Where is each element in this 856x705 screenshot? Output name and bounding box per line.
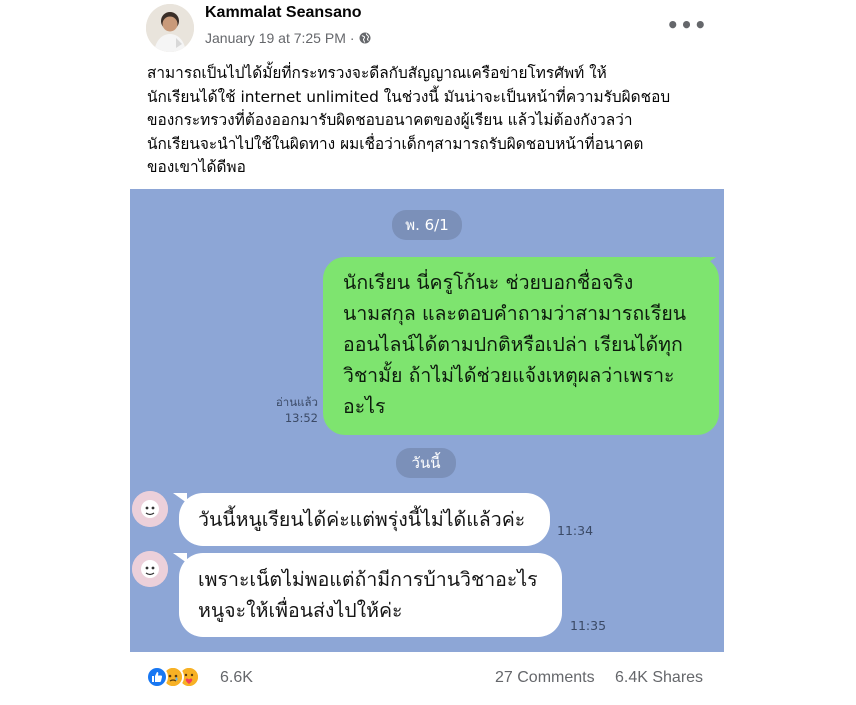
incoming-message-text: วันนี้หนูเรียนได้ค่ะแต่พรุ่งนี้ไม่ได้แล้… bbox=[198, 504, 525, 535]
message-time: 11:35 bbox=[570, 618, 607, 633]
author-name[interactable]: Kammalat Seansano bbox=[205, 4, 362, 22]
message-line: เพราะเน็ตไม่พอแต่ถ้ามีการบ้านวิชาอะไร bbox=[198, 568, 538, 591]
date-pill: วันนี้ bbox=[396, 448, 456, 478]
shares-link[interactable]: 6.4K Shares bbox=[615, 669, 703, 687]
message-time: 11:34 bbox=[557, 523, 594, 538]
globe-icon[interactable] bbox=[359, 32, 371, 44]
bubble-tail bbox=[173, 493, 187, 503]
message-time: 13:52 bbox=[284, 411, 318, 425]
message-line: อะไร bbox=[343, 395, 386, 418]
message-line: ออนไลน์ได้ตามปกติหรือเปล่า เรียนได้ทุก bbox=[343, 333, 683, 356]
outgoing-message-text: นักเรียน นี่ครูโก้นะ ช่วยบอกชื่อจริง นาม… bbox=[343, 267, 713, 422]
reaction-icons[interactable] bbox=[146, 666, 200, 688]
more-options-icon: ••• bbox=[666, 13, 708, 37]
message-line: นักเรียน นี่ครูโก้นะ ช่วยบอกชื่อจริง bbox=[343, 271, 634, 294]
comments-link[interactable]: 27 Comments bbox=[495, 669, 595, 687]
caption-line: ของเขาได้ดีพอ bbox=[147, 158, 246, 177]
bubble-tail bbox=[173, 553, 187, 563]
caption-line: ของกระทรวงที่ต้องออกมารับผิดชอบอนาคตของผ… bbox=[147, 111, 633, 130]
sender-avatar bbox=[132, 551, 168, 587]
date-pill: พ. 6/1 bbox=[392, 210, 462, 240]
message-line: นามสกุล และตอบคำถามว่าสามารถเรียน bbox=[343, 302, 687, 325]
more-options-button[interactable]: ••• bbox=[666, 12, 706, 38]
sender-avatar bbox=[132, 491, 168, 527]
caption-line: นักเรียนจะนำไปใช้ในผิดทาง ผมเชื่อว่าเด็ก… bbox=[147, 134, 644, 153]
message-line: วันนี้หนูเรียนได้ค่ะแต่พรุ่งนี้ไม่ได้แล้… bbox=[198, 508, 526, 531]
post-meta: January 19 at 7:25 PM · bbox=[205, 30, 371, 46]
meta-separator: · bbox=[349, 30, 355, 46]
caption-line: นักเรียนได้ใช้ internet unlimited ในช่วง… bbox=[147, 87, 671, 106]
read-label: อ่านแล้ว bbox=[275, 395, 318, 409]
like-icon bbox=[146, 666, 168, 688]
read-status: อ่านแล้ว 13:52 bbox=[266, 394, 318, 426]
reaction-count[interactable]: 6.6K bbox=[220, 669, 253, 687]
caption-line: สามารถเป็นไปได้มั้ยที่กระทรวงจะดีลกับสัญ… bbox=[147, 64, 607, 82]
author-avatar[interactable] bbox=[146, 4, 194, 52]
message-line: วิชามั้ย ถ้าไม่ได้ช่วยแจ้งเหตุผลว่าเพราะ bbox=[343, 364, 675, 387]
chat-screenshot-image[interactable]: พ. 6/1 นักเรียน นี่ครูโก้นะ ช่วยบอกชื่อจ… bbox=[130, 189, 724, 652]
incoming-message-text: เพราะเน็ตไม่พอแต่ถ้ามีการบ้านวิชาอะไร หน… bbox=[198, 564, 538, 626]
facebook-post: Kammalat Seansano January 19 at 7:25 PM … bbox=[0, 0, 856, 705]
bubble-tail bbox=[702, 257, 716, 267]
post-caption: สามารถเป็นไปได้มั้ยที่กระทรวงจะดีลกับสัญ… bbox=[147, 62, 717, 180]
message-line: หนูจะให้เพื่อนส่งไปให้ค่ะ bbox=[198, 599, 403, 622]
post-timestamp[interactable]: January 19 at 7:25 PM bbox=[205, 30, 346, 46]
